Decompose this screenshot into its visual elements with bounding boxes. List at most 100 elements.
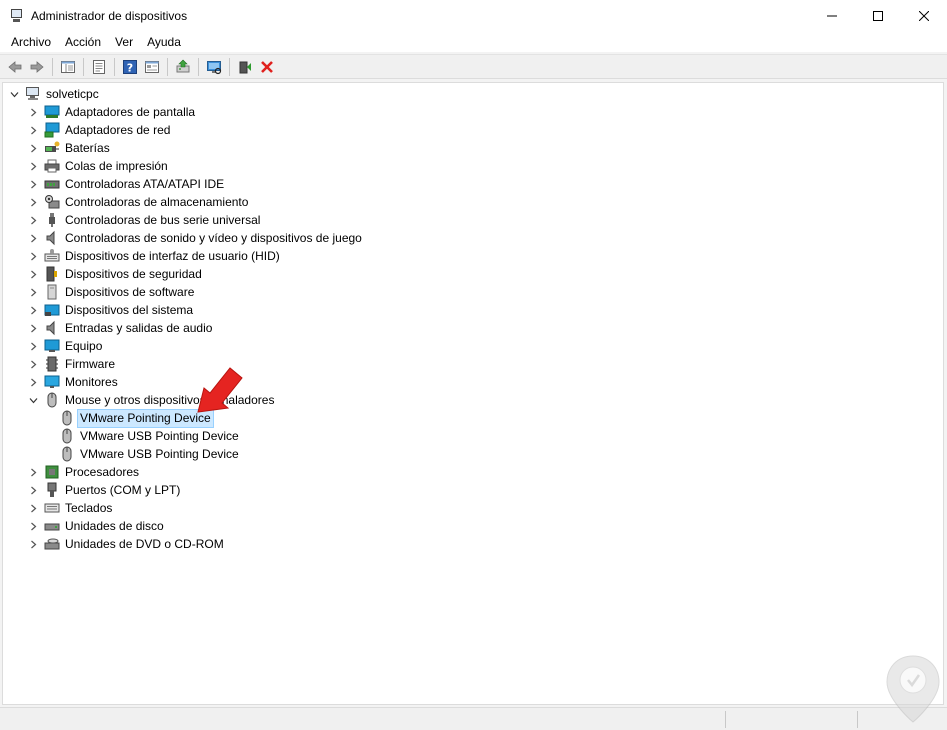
tree-category[interactable]: Dispositivos de interfaz de usuario (HID… [27,247,282,265]
expand-arrow-icon[interactable] [27,229,39,247]
expand-arrow-icon[interactable] [27,463,39,481]
update-driver-icon [176,59,190,72]
dvd-drive-icon [44,536,60,552]
watermark-logo [886,655,940,723]
expand-arrow-icon[interactable] [27,211,39,229]
expand-arrow-icon[interactable] [27,103,39,121]
tree-category[interactable]: Controladoras de sonido y vídeo y dispos… [27,229,364,247]
tree-category[interactable]: Teclados [27,499,114,517]
view-icon [145,60,159,73]
tree-category[interactable]: Controladoras ATA/ATAPI IDE [27,175,226,193]
tree-category[interactable]: Firmware [27,355,117,373]
tree-category-label: Monitores [65,374,118,389]
display-adapter-icon [44,104,60,120]
tree-category-label: Firmware [65,356,115,371]
expand-arrow-icon[interactable] [27,517,39,535]
expand-arrow-icon[interactable] [27,337,39,355]
tree-category-label: Colas de impresión [65,158,168,173]
tree-category[interactable]: Adaptadores de red [27,121,172,139]
expand-arrow-icon[interactable] [27,265,39,283]
tree-category-label: Teclados [65,500,113,515]
tree-device[interactable]: VMware USB Pointing Device [59,445,241,463]
tree-device[interactable]: VMware USB Pointing Device [59,427,241,445]
collapse-arrow-icon[interactable] [27,391,39,409]
tree-category[interactable]: Dispositivos de seguridad [27,265,204,283]
tree-category[interactable]: Dispositivos de software [27,283,196,301]
menu-ver[interactable]: Ver [108,32,140,52]
menu-bar: Archivo Acción Ver Ayuda [0,32,947,52]
mouse-icon [59,428,75,444]
back-button[interactable] [4,56,26,78]
tree-category[interactable]: Equipo [27,337,104,355]
tree-device-selected[interactable]: VMware Pointing Device [59,408,214,428]
console-tree-button[interactable] [57,56,79,78]
expand-arrow-icon[interactable] [27,139,39,157]
menu-archivo[interactable]: Archivo [0,32,58,52]
view-button[interactable] [141,56,163,78]
expand-arrow-icon[interactable] [27,535,39,553]
tree-category[interactable]: Controladoras de almacenamiento [27,193,250,211]
tree-category[interactable]: Procesadores [27,463,141,481]
minimize-button[interactable] [809,0,855,32]
uninstall-device-button[interactable] [256,56,278,78]
tree-category[interactable]: Unidades de disco [27,517,166,535]
tree-category[interactable]: Baterías [27,139,112,157]
speaker-icon [44,230,60,246]
status-divider [857,711,858,728]
security-device-icon [44,266,60,282]
tree-category-label: Controladoras ATA/ATAPI IDE [65,176,225,191]
usb-icon [44,212,60,228]
expand-arrow-icon[interactable] [27,319,39,337]
toolbar-separator [198,57,199,76]
menu-accion[interactable]: Acción [58,32,108,52]
tree-category-label: Puertos (COM y LPT) [65,482,181,497]
properties-button[interactable] [88,56,110,78]
expand-arrow-icon[interactable] [27,355,39,373]
update-driver-button[interactable] [172,56,194,78]
processor-icon [44,464,60,480]
close-button[interactable] [901,0,947,32]
help-button[interactable]: ? [119,56,141,78]
tree-root-label: solveticpc [46,86,99,101]
tree-category[interactable]: Entradas y salidas de audio [27,319,214,337]
expand-arrow-icon[interactable] [27,121,39,139]
tree-category[interactable]: Colas de impresión [27,157,170,175]
expand-arrow-icon[interactable] [27,499,39,517]
tree-root[interactable]: solveticpc [8,85,101,103]
maximize-button[interactable] [855,0,901,32]
status-divider [725,711,726,728]
expand-arrow-icon[interactable] [27,283,39,301]
expand-arrow-icon[interactable] [27,247,39,265]
expand-arrow-icon[interactable] [27,301,39,319]
tree-category[interactable]: Adaptadores de pantalla [27,103,197,121]
tree-category[interactable]: Unidades de DVD o CD-ROM [27,535,226,553]
computer-monitor-icon [44,338,60,354]
tree-category-label: Adaptadores de red [65,122,171,137]
collapse-arrow-icon[interactable] [8,85,20,103]
back-icon [8,60,22,73]
tree-device-label: VMware USB Pointing Device [80,428,239,443]
tree-category-label: Dispositivos de software [65,284,195,299]
expand-arrow-icon[interactable] [27,157,39,175]
tree-category-label: Dispositivos de interfaz de usuario (HID… [65,248,280,263]
menu-ayuda[interactable]: Ayuda [140,32,188,52]
system-device-icon [44,302,60,318]
svg-text:?: ? [127,61,133,74]
tree-category[interactable]: Monitores [27,373,120,391]
enable-device-button[interactable] [234,56,256,78]
tree-category-label: Unidades de disco [65,518,164,533]
firmware-chip-icon [44,356,60,372]
tree-category-label: Equipo [65,338,103,353]
forward-button[interactable] [26,56,48,78]
expand-arrow-icon[interactable] [27,175,39,193]
expand-arrow-icon[interactable] [27,373,39,391]
tree-category[interactable]: Dispositivos del sistema [27,301,195,319]
tree-category[interactable]: Controladoras de bus serie universal [27,211,262,229]
expand-arrow-icon[interactable] [27,481,39,499]
expand-arrow-icon[interactable] [27,193,39,211]
red-annotation-arrow-icon [197,367,243,413]
keyboard-icon [44,500,60,516]
scan-hardware-button[interactable] [203,56,225,78]
battery-icon [44,140,60,156]
tree-category[interactable]: Puertos (COM y LPT) [27,481,182,499]
